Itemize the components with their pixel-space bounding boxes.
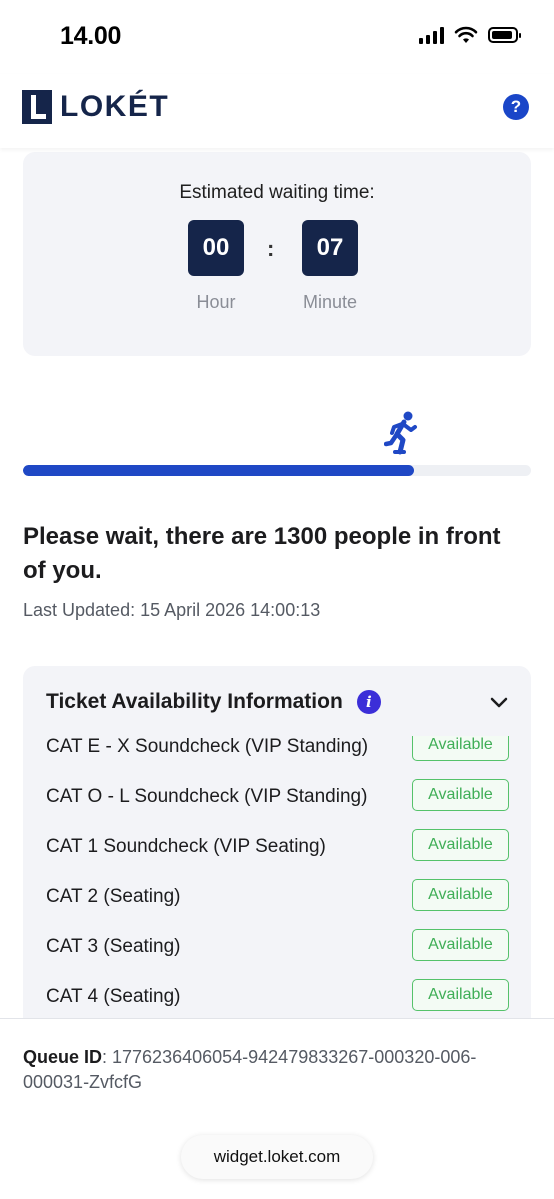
ticket-list[interactable]: CAT E - X Soundcheck (VIP Standing) Avail…	[23, 736, 531, 1018]
chevron-down-icon[interactable]	[489, 696, 509, 710]
time-separator: :	[267, 236, 275, 261]
browser-url-bar[interactable]: widget.loket.com	[181, 1135, 373, 1179]
ticket-category-name: CAT E - X Soundcheck (VIP Standing)	[46, 736, 369, 757]
app-header: LOKÉT ?	[0, 74, 554, 148]
availability-badge: Available	[412, 879, 509, 911]
availability-badge: Available	[412, 929, 509, 961]
queue-id-label: Queue ID	[23, 1047, 103, 1067]
status-time: 14.00	[60, 22, 122, 50]
ticket-availability-header[interactable]: Ticket Availability Information i	[46, 690, 381, 714]
last-updated: Last Updated: 15 April 2026 14:00:13	[23, 600, 321, 620]
status-bar: 14.00	[0, 0, 554, 74]
queue-progress-bar	[23, 465, 531, 476]
ticket-list-items: CAT E - X Soundcheck (VIP Standing) Avail…	[23, 736, 531, 1018]
hour-label: Hour	[196, 292, 236, 312]
main-content: Estimated waiting time: 00 : 07 Hour Min…	[0, 148, 554, 1018]
waiting-time-title: Estimated waiting time:	[179, 182, 375, 203]
availability-badge: Available	[412, 979, 509, 1011]
queue-message: Please wait, there are 1300 people in fr…	[23, 523, 501, 584]
ticket-availability-title: Ticket Availability Information	[46, 690, 343, 713]
status-icons	[419, 26, 521, 44]
ticket-row: CAT E - X Soundcheck (VIP Standing) Avail…	[23, 736, 531, 774]
battery-icon	[488, 27, 521, 43]
ticket-row: CAT 4 (Seating) Available	[23, 974, 531, 1018]
waiting-time-card: Estimated waiting time: 00 : 07 Hour Min…	[23, 152, 531, 356]
hours-value: 00	[188, 220, 244, 276]
running-person-icon	[384, 411, 417, 455]
ticket-category-name: CAT 4 (Seating)	[46, 986, 181, 1007]
queue-id: Queue ID: 1776236406054-942479833267-000…	[23, 1045, 533, 1095]
help-button[interactable]: ?	[503, 94, 529, 120]
ticket-row: CAT 2 (Seating) Available	[23, 874, 531, 924]
availability-badge: Available	[412, 829, 509, 861]
availability-badge: Available	[412, 736, 509, 761]
cellular-signal-icon	[419, 26, 444, 44]
queue-progress-fill	[23, 465, 415, 476]
ticket-availability-panel: Ticket Availability Information i CAT E …	[23, 666, 531, 1018]
ticket-row: CAT O - L Soundcheck (VIP Standing) Avail…	[23, 774, 531, 824]
ticket-category-name: CAT 3 (Seating)	[46, 936, 181, 957]
wifi-icon	[454, 26, 478, 43]
ticket-row: CAT 3 (Seating) Available	[23, 924, 531, 974]
footer: Queue ID: 1776236406054-942479833267-000…	[0, 1018, 554, 1199]
brand-name: LOKÉT	[60, 90, 170, 123]
ticket-category-name: CAT 1 Soundcheck (VIP Seating)	[46, 836, 326, 857]
ticket-category-name: CAT 2 (Seating)	[46, 886, 181, 907]
availability-badge: Available	[412, 779, 509, 811]
loket-logo-mark-icon	[22, 90, 52, 124]
ticket-row: CAT 1 Soundcheck (VIP Seating) Available	[23, 824, 531, 874]
ticket-category-name: CAT O - L Soundcheck (VIP Standing)	[46, 786, 368, 807]
loket-logo[interactable]: LOKÉT	[22, 90, 169, 124]
minutes-value: 07	[302, 220, 358, 276]
info-icon[interactable]: i	[356, 690, 381, 714]
minute-label: Minute	[302, 292, 358, 312]
